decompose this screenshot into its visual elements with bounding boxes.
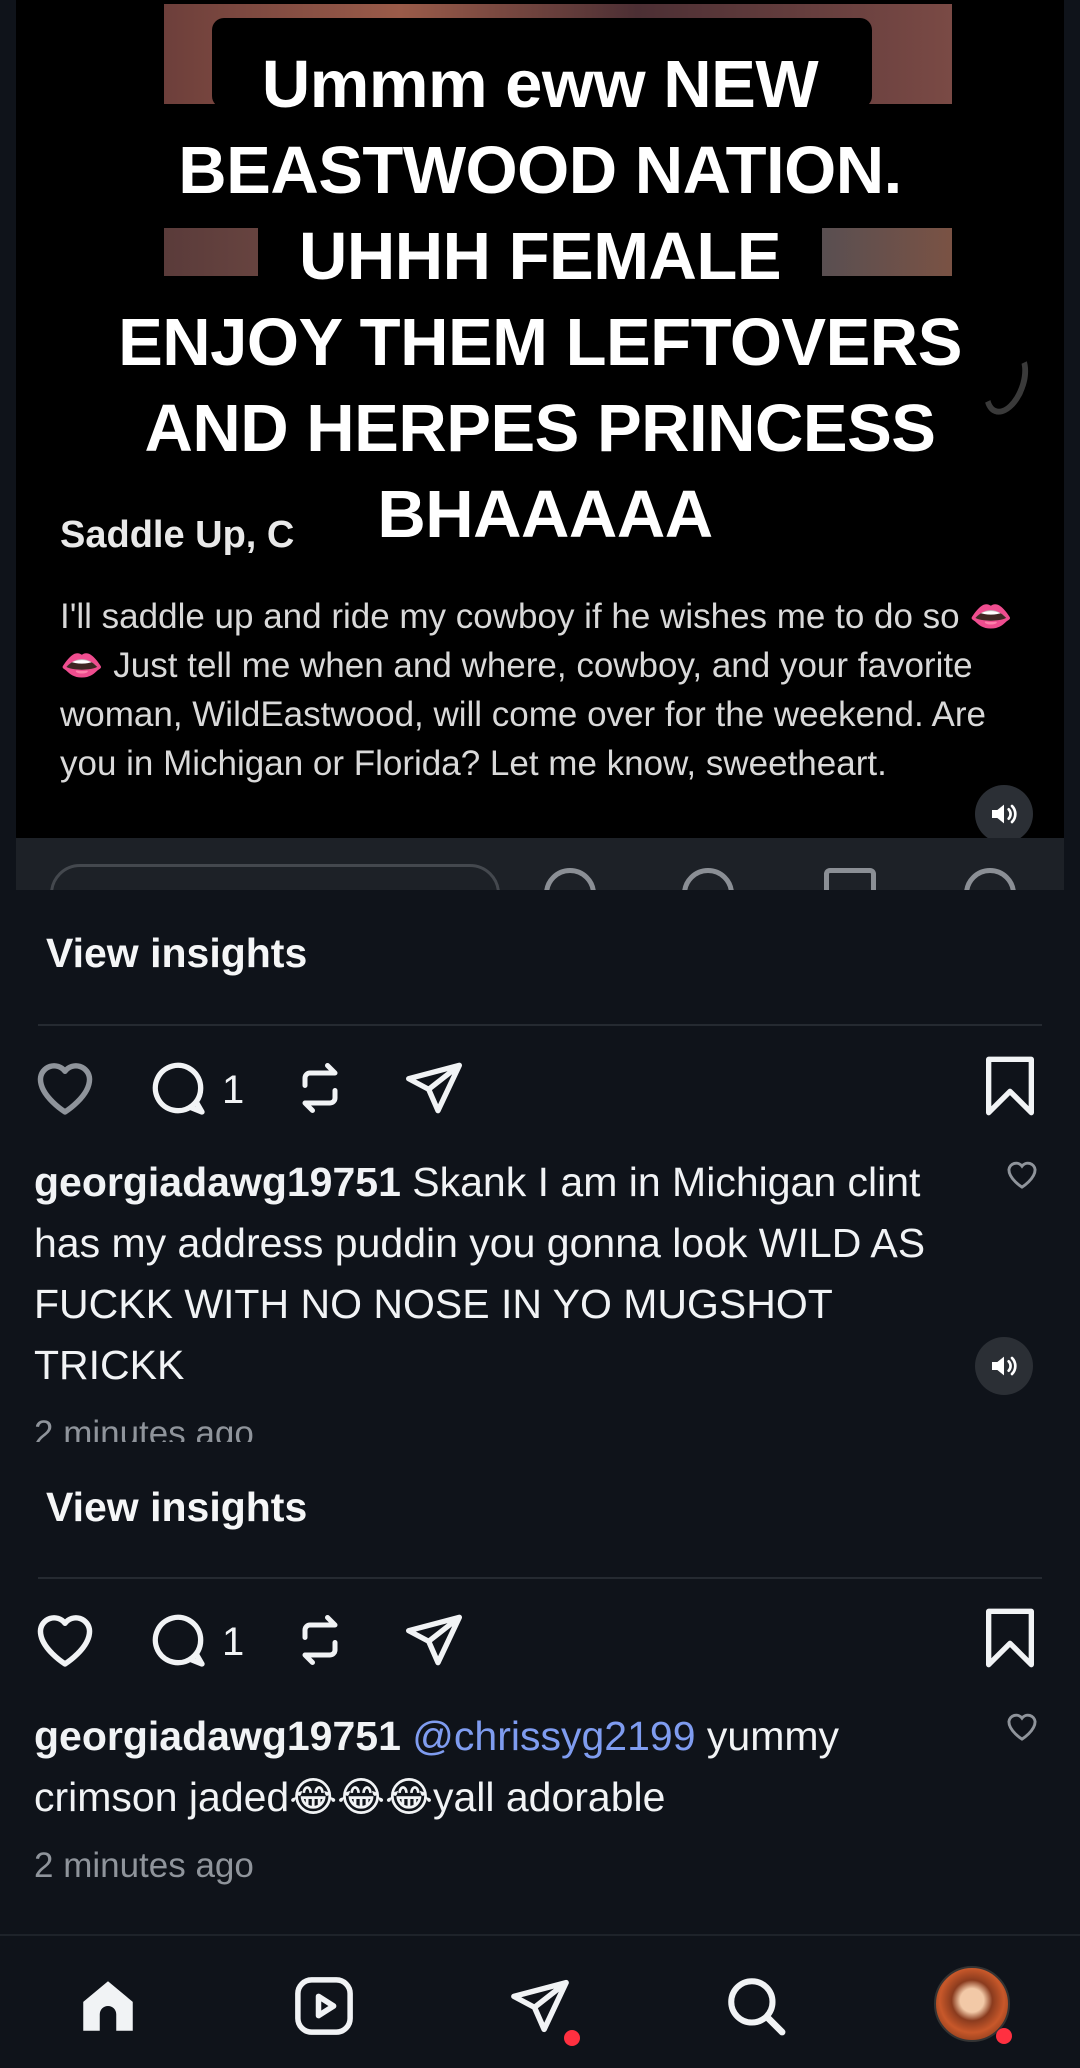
post-actions: 1 [30,1056,1050,1126]
reply-field [50,864,500,890]
post-media[interactable]: Ummm eww NEW BEASTWOOD NATION. UHHH FEMA… [0,0,1080,890]
screenshot-title: Saddle Up, C [60,514,295,556]
emoji-icon [682,868,734,890]
headline-line: BEASTWOOD NATION. [178,133,902,208]
speaker-icon [992,1356,1017,1376]
comment-text: georgiadawg19751 @chrissyg2199 yummy cri… [34,1706,974,1828]
embedded-action-bar [16,838,1064,890]
headline-line: ENJOY THEM LEFTOVERS [118,305,962,380]
headline-line: AND HERPES PRINCESS [144,391,936,466]
timestamp: 2 minutes ago [34,1846,254,1885]
view-insights-link[interactable]: View insights [46,1484,307,1531]
comment-like-icon[interactable] [1004,1158,1040,1190]
nav-reels[interactable] [286,1968,362,2044]
comment-like-icon[interactable] [1004,1710,1040,1742]
home-icon [83,1981,133,2031]
view-insights-link[interactable]: View insights [46,930,307,977]
nav-home[interactable] [70,1968,146,2044]
timestamp: 2 minutes ago [34,1414,254,1442]
comment-icon[interactable] [146,1056,210,1120]
bottom-nav [0,1934,1080,2068]
comment-mention[interactable]: @chrissyg2199 [412,1713,695,1759]
search-icon [728,1978,786,2036]
screenshot-body: I'll saddle up and ride my cowboy if he … [60,597,1013,783]
unmute-button[interactable] [975,1337,1033,1395]
comment-username[interactable]: georgiadawg19751 [34,1713,401,1759]
speaker-icon [992,804,1017,824]
save-bookmark-icon[interactable] [982,1606,1038,1670]
comment-text: georgiadawg19751 Skank I am in Michigan … [34,1152,974,1396]
heart-icon [544,868,596,890]
divider [38,1577,1042,1579]
share-icon[interactable] [402,1056,466,1120]
comment-username[interactable]: georgiadawg19751 [34,1159,401,1205]
comment-count: 1 [222,1068,245,1112]
bookmark-icon [824,868,876,890]
share-icon [964,868,1016,890]
post-actions: 1 [30,1608,1050,1678]
unmute-button[interactable] [975,785,1033,843]
headline-line: UHHH FEMALE [298,219,782,294]
direct-messages-icon [511,1979,569,2033]
overlay-headline: Ummm eww NEW BEASTWOOD NATION. UHHH FEMA… [40,42,1040,558]
headline-line: Ummm eww NEW [261,47,819,122]
repost-icon[interactable] [290,1056,350,1120]
comment-count: 1 [222,1620,245,1664]
repost-icon[interactable] [290,1608,350,1672]
like-heart-icon[interactable] [32,1608,98,1668]
comment-icon[interactable] [146,1608,210,1672]
nav-search[interactable] [718,1968,794,2044]
notification-dot [564,2030,580,2046]
nav-direct-messages[interactable] [502,1968,580,2046]
reels-icon [295,1977,353,2035]
like-heart-icon[interactable] [32,1056,98,1116]
share-icon[interactable] [402,1608,466,1672]
divider [38,1024,1042,1026]
save-bookmark-icon[interactable] [982,1054,1038,1118]
notification-dot [996,2028,1012,2044]
